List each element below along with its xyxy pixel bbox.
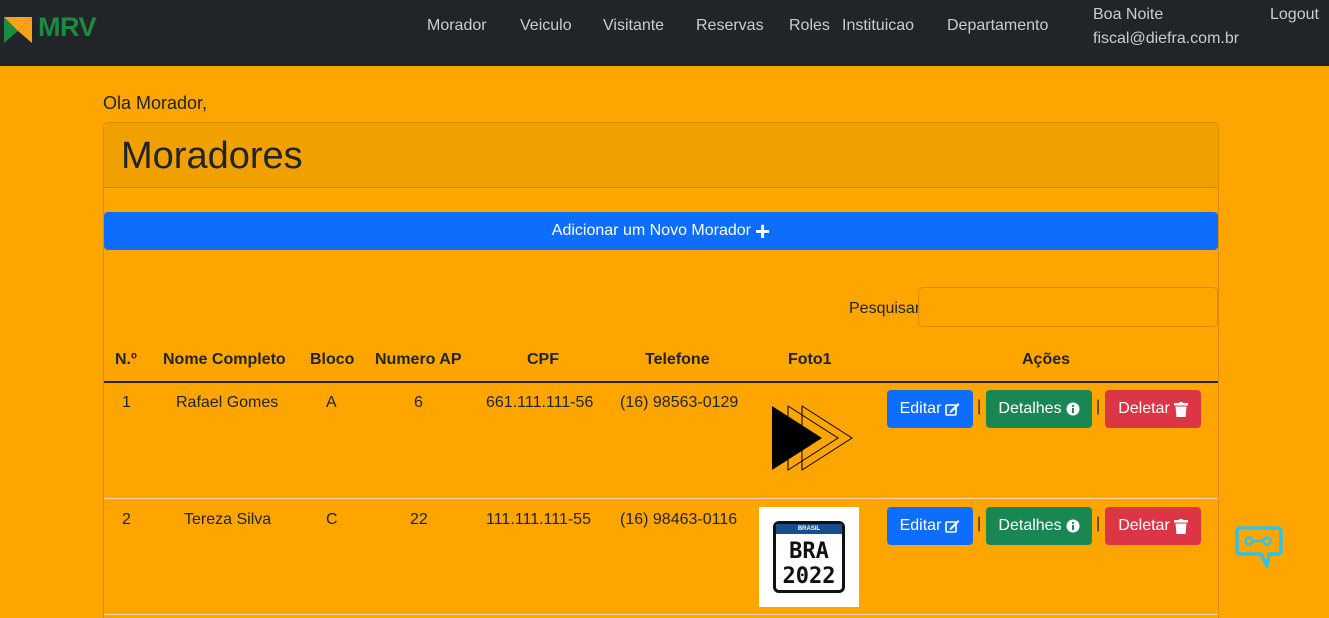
header-telefone: Telefone (645, 351, 710, 368)
row1-delete-button[interactable]: Deletar (1105, 390, 1201, 428)
plate-country-bar: BRASIL (776, 524, 842, 534)
row2-nome: Tereza Silva (184, 511, 272, 528)
plate-line-2: 2022 (782, 564, 836, 589)
plate-country: BRASIL (797, 526, 821, 532)
header-cpf: CPF (527, 351, 559, 368)
plus-icon: + (755, 216, 771, 246)
logout-link[interactable]: Logout (1270, 6, 1319, 24)
row1-cpf: 661.111.111-56 (486, 394, 594, 411)
header-foto: Foto1 (788, 351, 832, 368)
nav-instituicao[interactable]: Instituicao (842, 17, 914, 35)
row2-details-button[interactable]: Detalhes (986, 507, 1092, 545)
row1-details-button[interactable]: Detalhes (986, 390, 1092, 428)
header-divider (104, 381, 1218, 383)
row2-details-label: Detalhes (998, 517, 1062, 534)
header-bloco: Bloco (310, 351, 355, 368)
row1-ap: 6 (414, 394, 423, 411)
search-input[interactable] (918, 287, 1218, 327)
row1-details-label: Detalhes (998, 400, 1062, 417)
nav-veiculo[interactable]: Veiculo (520, 17, 572, 35)
row1-delete-label: Deletar (1118, 400, 1170, 417)
row2-edit-label: Editar (899, 517, 942, 534)
plate-line-1: BRA (789, 539, 829, 564)
chat-widget-icon[interactable] (1233, 522, 1285, 572)
plate-frame: BRASIL BRA 2022 (773, 521, 845, 593)
row2-ap: 22 (410, 511, 428, 528)
row2-edit-button[interactable]: Editar (887, 507, 973, 545)
row1-nome: Rafael Gomes (176, 394, 279, 411)
add-morador-button[interactable]: Adicionar um Novo Morador + (104, 212, 1218, 250)
header-nome: Nome Completo (163, 351, 286, 368)
row2-separator-2: | (1096, 515, 1101, 532)
header-numero: N.º (115, 351, 137, 368)
greeting-text: Boa Noite (1093, 6, 1164, 23)
row2-cpf: 111.111.111-55 (486, 511, 591, 528)
nav-roles[interactable]: Roles (789, 17, 830, 35)
edit-icon (945, 520, 960, 533)
add-morador-label: Adicionar um Novo Morador (551, 222, 751, 239)
row-divider (104, 498, 1218, 499)
row1-edit-button[interactable]: Editar (887, 390, 973, 428)
hello-text: Ola Morador, (103, 93, 208, 113)
card-header: Moradores (104, 123, 1218, 188)
row1-bloco: A (326, 394, 337, 411)
edit-icon (945, 403, 960, 416)
trash-icon (1173, 518, 1188, 534)
row2-telefone: (16) 98463-0116 (620, 511, 738, 528)
brand-logo[interactable]: MRV (4, 12, 97, 43)
page-title: Moradores (121, 135, 303, 177)
nav-visitante[interactable]: Visitante (603, 17, 664, 35)
row1-telefone: (16) 98563-0129 (620, 394, 739, 411)
info-icon (1066, 519, 1080, 533)
row2-separator: | (977, 515, 982, 532)
trash-icon (1173, 401, 1188, 417)
mrv-logo-icon (4, 16, 32, 43)
header-acoes: Ações (1022, 351, 1071, 368)
nav-morador[interactable]: Morador (427, 17, 487, 35)
info-icon (1066, 402, 1080, 416)
row2-bloco: C (326, 511, 338, 528)
nav-departamento[interactable]: Departamento (947, 17, 1048, 35)
row-divider-2 (104, 614, 1218, 615)
user-email: fiscal@diefra.com.br (1093, 30, 1240, 47)
license-plate-image: BRASIL BRA 2022 (759, 507, 859, 607)
row2-delete-button[interactable]: Deletar (1105, 507, 1201, 545)
header-ap: Numero AP (375, 351, 462, 368)
nav-reservas[interactable]: Reservas (696, 17, 764, 35)
row1-edit-label: Editar (899, 400, 942, 417)
search-label: Pesquisar (849, 300, 921, 317)
row2-numero: 2 (122, 511, 131, 528)
row2-delete-label: Deletar (1118, 517, 1170, 534)
play-arrows-icon (772, 405, 853, 471)
row1-numero: 1 (122, 394, 131, 411)
row1-separator: | (977, 398, 982, 415)
brand-name: MRV (38, 12, 97, 42)
row1-separator-2: | (1096, 398, 1101, 415)
top-navbar: MRV Morador Veiculo Visitante Reservas R… (0, 0, 1329, 66)
